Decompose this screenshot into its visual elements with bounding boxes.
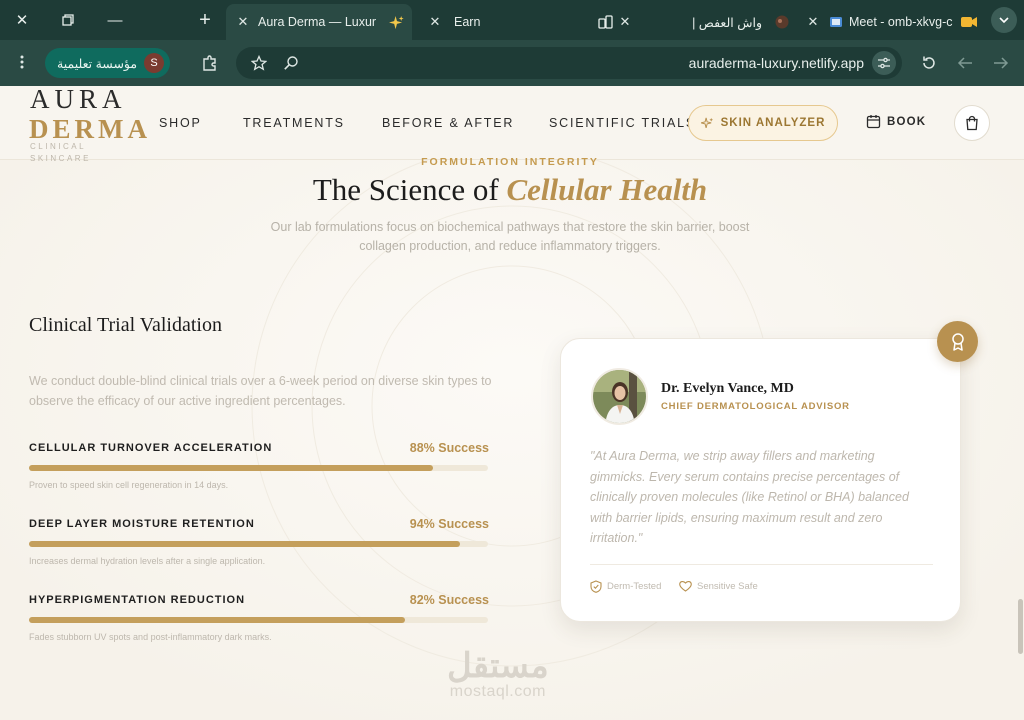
forward-icon[interactable] [991,53,1011,73]
card-divider [590,564,933,565]
close-tab-icon[interactable]: ✕ [234,14,252,30]
award-badge [937,321,978,362]
advisor-photo [591,368,648,425]
tab-aura-derma[interactable]: ✕ Aura Derma — Luxury [226,4,412,40]
progress-fill [29,617,406,623]
tab-favicon-icon [774,14,790,30]
nav-shop[interactable]: SHOP [159,116,202,130]
browser-tab-bar: ✕ — + ✕ Aura Derma — Luxury ✕ Earn ✕ واش… [0,0,1024,40]
section-subtitle: Our lab formulations focus on biochemica… [270,220,750,253]
watermark: مستقل mostaql.com [447,647,549,700]
zoom-icon[interactable] [282,54,300,72]
site-header: AURA DERMA CLINICAL SKINCARE SHOP TREATM… [0,86,1024,163]
calendar-icon [866,114,881,129]
tab-favicon-icon [598,14,614,30]
restore-window-icon[interactable] [56,8,80,32]
progress-track [29,465,488,471]
advisor-card: Dr. Evelyn Vance, MD CHIEF DERMATOLOGICA… [560,338,961,622]
tab-arabic[interactable]: ✕ واش العفص | [614,4,798,40]
meet-favicon-icon [828,14,844,30]
metric-hyperpigmentation: HYPERPIGMENTATION REDUCTION 82% Success … [29,593,489,654]
profile-label: مؤسسة تعليمية [57,56,138,71]
metric-value: 88% Success [409,441,489,455]
tab-meet[interactable]: ✕ Meet - omb-xkvg-c [800,4,982,40]
metric-label: DEEP LAYER MOISTURE RETENTION [29,518,255,530]
book-label: BOOK [887,115,927,128]
shield-check-icon [590,580,602,593]
badge-derm-tested: Derm-Tested [590,580,661,593]
site-settings-icon[interactable] [872,51,896,75]
page-viewport: AURA DERMA CLINICAL SKINCARE SHOP TREATM… [0,86,1024,720]
skin-analyzer-button[interactable]: SKIN ANALYZER [688,105,838,141]
more-menu-icon[interactable] [14,53,30,71]
nav-treatments[interactable]: TREATMENTS [243,116,345,130]
url-text: auraderma-luxury.netlify.app [688,55,864,71]
close-window-icon[interactable]: ✕ [10,8,34,32]
progress-track [29,541,488,547]
extensions-icon[interactable] [199,52,221,74]
advisor-quote: "At Aura Derma, we strip away fillers an… [590,449,909,545]
shopping-bag-icon [964,115,980,131]
new-tab-icon[interactable]: + [193,8,217,32]
bookmark-star-icon[interactable] [250,54,268,72]
book-button[interactable]: BOOK [866,114,926,129]
progress-track [29,617,488,623]
progress-fill [29,465,433,471]
metric-note: Increases dermal hydration levels after … [29,556,266,566]
metric-cellular-turnover: CELLULAR TURNOVER ACCELERATION 88% Succe… [29,441,489,502]
metric-value: 82% Success [409,593,489,607]
sparkle-icon [388,14,404,30]
logo-aura: AURA [30,86,127,114]
metric-note: Fades stubborn UV spots and post-inflamm… [29,632,272,642]
section-title: The Science of Cellular Health [0,172,1020,208]
address-bar[interactable]: auraderma-luxury.netlify.app [236,47,902,79]
heart-icon [679,580,692,592]
sparkles-icon [700,117,714,130]
tab-search-dropdown-icon[interactable] [991,7,1017,33]
trials-intro: We conduct double-blind clinical trials … [29,374,492,408]
nav-before-after[interactable]: BEFORE & AFTER [382,116,514,130]
metric-label: HYPERPIGMENTATION REDUCTION [29,594,246,606]
award-icon [950,332,966,352]
metric-value: 94% Success [409,517,489,531]
cart-button[interactable] [954,105,990,141]
section-eyebrow: FORMULATION INTEGRITY [421,156,599,168]
tab-earn[interactable]: ✕ Earn [420,4,620,40]
profile-button[interactable]: مؤسسة تعليمية S [45,48,170,78]
avatar: S [144,53,164,73]
minimize-window-icon[interactable]: — [103,8,127,32]
close-tab-icon[interactable]: ✕ [616,14,634,30]
close-tab-icon[interactable]: ✕ [426,14,444,30]
advisor-name: Dr. Evelyn Vance, MD [661,381,794,396]
back-icon[interactable] [955,53,975,73]
progress-fill [29,541,461,547]
metric-note: Proven to speed skin cell regeneration i… [29,480,229,490]
section-title-accent: Cellular Health [506,172,708,207]
advisor-role: CHIEF DERMATOLOGICAL ADVISOR [661,401,850,412]
reload-icon[interactable] [919,53,939,73]
skin-analyzer-label: SKIN ANALYZER [720,117,826,129]
metric-label: CELLULAR TURNOVER ACCELERATION [29,442,273,454]
nav-scientific-trials[interactable]: SCIENTIFIC TRIALS [549,116,696,130]
trials-heading: Clinical Trial Validation [29,314,222,336]
close-tab-icon[interactable]: ✕ [804,14,822,30]
metric-moisture-retention: DEEP LAYER MOISTURE RETENTION 94% Succes… [29,517,489,578]
page-scrollbar[interactable] [1018,599,1023,654]
section-title-plain: The Science of [312,172,507,207]
badge-sensitive-safe: Sensitive Safe [679,580,758,592]
camera-icon [961,14,977,30]
